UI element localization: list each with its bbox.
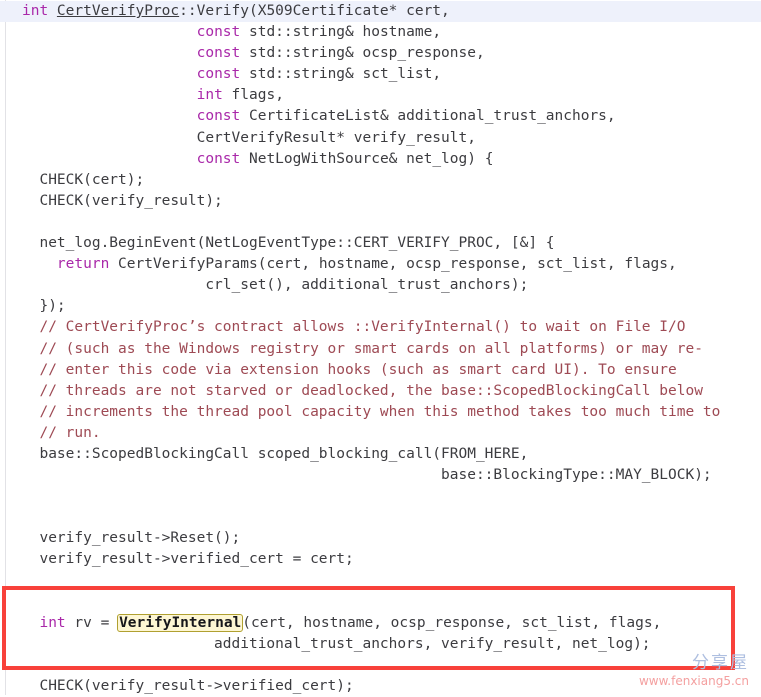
code-line[interactable]: const NetLogWithSource& net_log) { [0, 149, 761, 170]
code-line[interactable]: const std::string& ocsp_response, [0, 43, 761, 64]
code-line[interactable]: base::BlockingType::MAY_BLOCK); [0, 465, 761, 486]
code-token: base::ScopedBlockingCall scoped_blocking… [22, 445, 529, 462]
code-line[interactable] [0, 507, 761, 528]
code-line[interactable]: CertVerifyResult* verify_result, [0, 128, 761, 149]
code-token: ::Verify(X509Certificate* cert, [179, 3, 450, 19]
code-line[interactable] [0, 571, 761, 592]
code-line[interactable]: verify_result->verified_cert = cert; [0, 549, 761, 570]
code-token: additional_trust_anchors, verify_result,… [22, 635, 651, 652]
code-token: const [196, 45, 241, 62]
highlighted-symbol[interactable]: VerifyInternal [117, 613, 244, 632]
code-token: }); [22, 298, 66, 315]
code-token: const [196, 150, 241, 167]
code-token: CertificateList& additional_trust_anchor… [240, 108, 616, 125]
code-token: std::string& hostname, [240, 24, 442, 41]
code-line[interactable] [0, 486, 761, 507]
code-token: crl_set(), additional_trust_anchors); [22, 277, 529, 294]
code-line[interactable]: // threads are not starved or deadlocked… [0, 381, 761, 402]
code-token: // threads are not starved or deadlocked… [22, 382, 703, 399]
code-token: base::BlockingType::MAY_BLOCK); [22, 467, 712, 484]
code-line[interactable]: return CertVerifyParams(cert, hostname, … [0, 254, 761, 275]
code-token: CertVerifyResult* verify_result, [22, 129, 476, 146]
code-token: // enter this code via extension hooks (… [22, 361, 677, 378]
code-token: rv = [65, 614, 119, 631]
code-line[interactable]: CHECK(verify_result); [0, 191, 761, 212]
symbol-link[interactable]: CertVerifyProc [57, 3, 179, 19]
code-token: verify_result->verified_cert = cert; [22, 551, 354, 568]
code-token: flags, [222, 87, 284, 104]
code-token: NetLogWithSource& net_log) { [240, 150, 494, 167]
code-token: CHECK(cert); [22, 171, 145, 188]
code-line[interactable] [0, 592, 761, 613]
code-line[interactable]: CHECK(cert); [0, 170, 761, 191]
code-line[interactable]: CHECK(verify_result->verified_cert); [0, 676, 761, 697]
code-token: // CertVerifyProc’s contract allows ::Ve… [22, 319, 686, 336]
code-line[interactable]: // CertVerifyProc’s contract allows ::Ve… [0, 317, 761, 338]
code-token: const [196, 24, 241, 41]
code-line[interactable]: // (such as the Windows registry or smar… [0, 339, 761, 360]
code-token: // run. [22, 424, 101, 441]
code-line[interactable]: additional_trust_anchors, verify_result,… [0, 634, 761, 655]
code-line[interactable]: int CertVerifyProc::Verify(X509Certifica… [0, 1, 761, 23]
code-token: verify_result->Reset(); [22, 530, 241, 547]
code-line[interactable]: verify_result->Reset(); [0, 528, 761, 549]
code-token: std::string& ocsp_response, [240, 45, 485, 62]
code-viewer[interactable]: int CertVerifyProc::Verify(X509Certifica… [0, 0, 761, 695]
code-line[interactable]: // increments the thread pool capacity w… [0, 402, 761, 423]
code-token: CHECK(verify_result->verified_cert); [22, 678, 354, 694]
code-line[interactable]: const CertificateList& additional_trust_… [0, 106, 761, 127]
code-line[interactable]: base::ScopedBlockingCall scoped_blocking… [0, 444, 761, 465]
code-token: // (such as the Windows registry or smar… [22, 340, 703, 357]
code-token: int [39, 614, 66, 631]
code-line[interactable]: crl_set(), additional_trust_anchors); [0, 275, 761, 296]
code-token: return [56, 256, 110, 273]
code-token: (cert, hostname, ocsp_response, sct_list… [242, 614, 662, 631]
code-line[interactable] [0, 212, 761, 233]
code-line[interactable]: net_log.BeginEvent(NetLogEventType::CERT… [0, 233, 761, 254]
code-token: // increments the thread pool capacity w… [22, 403, 721, 420]
code-line[interactable]: }); [0, 296, 761, 317]
code-line[interactable]: const std::string& sct_list, [0, 64, 761, 85]
code-token: const [196, 66, 241, 83]
code-token: std::string& sct_list, [240, 66, 442, 83]
code-lines-container[interactable]: int CertVerifyProc::Verify(X509Certifica… [0, 0, 761, 697]
code-token: CertVerifyParams(cert, hostname, ocsp_re… [109, 256, 677, 273]
code-token: int [22, 3, 57, 19]
code-line[interactable]: const std::string& hostname, [0, 22, 761, 43]
code-token: int [196, 87, 223, 104]
code-line[interactable] [0, 655, 761, 676]
code-line[interactable]: int flags, [0, 85, 761, 106]
code-line[interactable]: // run. [0, 423, 761, 444]
code-token: const [196, 108, 241, 125]
code-line[interactable]: int rv = VerifyInternal(cert, hostname, … [0, 613, 761, 634]
code-token: net_log.BeginEvent(NetLogEventType::CERT… [22, 235, 555, 252]
code-line[interactable]: // enter this code via extension hooks (… [0, 360, 761, 381]
code-token: CHECK(verify_result); [22, 192, 223, 209]
